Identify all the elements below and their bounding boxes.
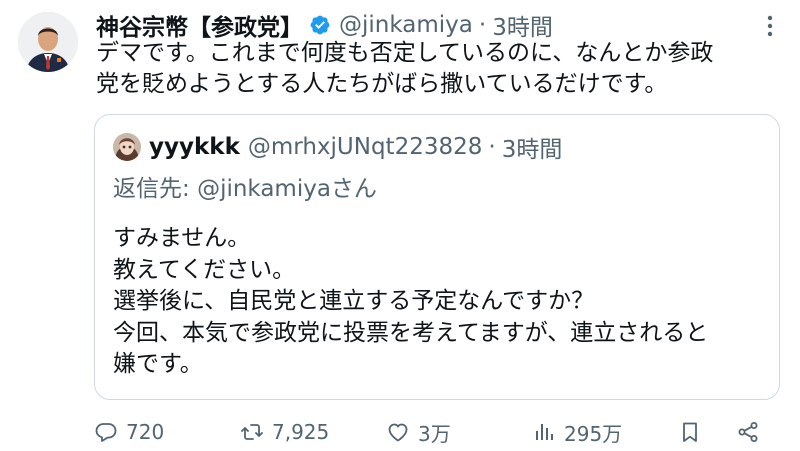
view-count: 295万: [564, 421, 623, 446]
retweet-count: 7,925: [272, 420, 330, 444]
tweet-header: 神谷宗幣【参政党】 @jinkamiya · 3時間: [96, 8, 740, 42]
separator-dot: ·: [488, 134, 496, 160]
more-icon[interactable]: [760, 12, 780, 40]
tweet-time[interactable]: 3時間: [492, 8, 553, 42]
reply-to-mention[interactable]: @jinkamiyaさん: [197, 176, 377, 202]
quoted-author-name[interactable]: yyykkk: [149, 134, 240, 160]
bookmark-button[interactable]: [678, 414, 710, 450]
quoted-tweet-text: すみません。 教えてください。 選挙後に、自民党と連立する予定なんですか？ 今回…: [113, 223, 708, 381]
quoted-text-line: すみません。: [113, 225, 251, 251]
views-button[interactable]: 295万: [532, 414, 622, 450]
quoted-author-avatar[interactable]: [113, 133, 141, 161]
quoted-text-line: 教えてください。: [113, 256, 296, 283]
author-handle[interactable]: @jinkamiya: [339, 12, 473, 38]
author-photo: [18, 12, 78, 72]
quoted-text-line: 今回、本気で参政党に投票を考えてますが、連立されると: [113, 319, 709, 346]
tweet-text: デマです。これまで何度も否定しているのに、なんとか参政 党を貶めようとする人たち…: [96, 38, 756, 100]
reply-to-line: 返信先: @jinkamiyaさん: [113, 169, 377, 203]
retweet-icon: [241, 424, 263, 440]
like-button[interactable]: 3万: [386, 414, 451, 450]
like-count: 3万: [418, 421, 451, 446]
share-button[interactable]: [736, 414, 768, 450]
quoted-author-handle[interactable]: @mrhxjUNqt223828: [248, 134, 483, 160]
author-avatar[interactable]: [18, 12, 78, 72]
reply-button[interactable]: 720: [94, 414, 164, 450]
quoted-tweet-header: yyykkk @mrhxjUNqt223828 · 3時間: [113, 131, 562, 163]
quoted-author-photo: [113, 133, 141, 161]
bookmark-icon: [683, 422, 697, 442]
reply-count: 720: [126, 420, 165, 444]
views-icon: [536, 424, 553, 440]
tweet-text-line: デマです。これまで何度も否定しているのに、なんとか参政: [96, 40, 714, 66]
reply-icon: [95, 423, 117, 442]
tweet-text-line: 党を貶めようとする人たちがばら撒いているだけです。: [96, 71, 668, 97]
reply-to-prefix: 返信先:: [113, 176, 198, 202]
retweet-button[interactable]: 7,925: [240, 414, 329, 450]
author-name[interactable]: 神谷宗幣【参政党】: [96, 8, 303, 42]
quoted-tweet[interactable]: yyykkk @mrhxjUNqt223828 · 3時間 返信先: @jink…: [94, 114, 780, 400]
quoted-text-line: 選挙後に、自民党と連立する予定なんですか？: [113, 288, 595, 314]
separator-dot: ·: [478, 12, 487, 38]
share-icon: [738, 422, 758, 442]
heart-icon: [388, 423, 408, 442]
verified-badge-icon: [309, 14, 331, 36]
action-bar: 720 7,925 3万 295万: [94, 414, 770, 450]
quoted-text-line: 嫌です。: [113, 351, 203, 377]
quoted-tweet-time[interactable]: 3時間: [502, 130, 563, 164]
